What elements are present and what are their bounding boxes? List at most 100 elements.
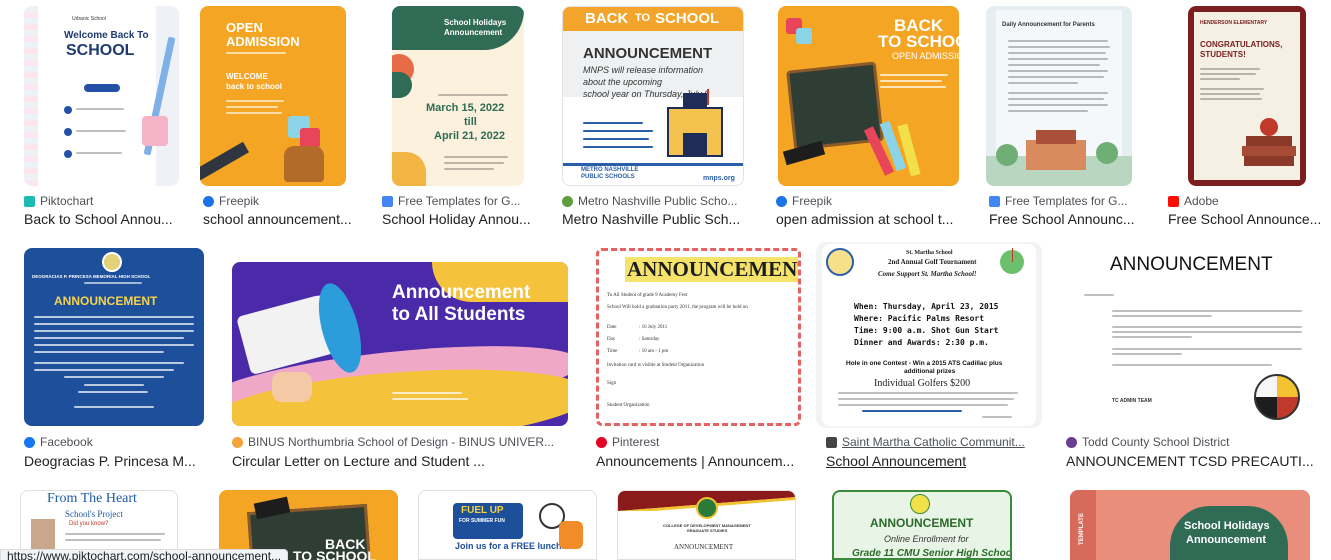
thumb-heading: ANNOUNCEMENT	[625, 257, 798, 282]
result-source[interactable]: Freepik	[776, 194, 959, 208]
result-card[interactable]: ANNOUNCEMENT Online Enrollment for Grade…	[832, 490, 1012, 560]
result-thumbnail[interactable]: COLLEGE OF DEVELOPMENT MANAGEMENT GRADUA…	[617, 490, 796, 560]
result-card[interactable]: HENDERSON ELEMENTARY CONGRATULATIONS, ST…	[1168, 6, 1331, 231]
tcsd-icon	[1066, 436, 1077, 448]
thumb-url: mnps.org	[703, 175, 735, 182]
result-source-label: Piktochart	[40, 194, 94, 208]
result-thumbnail[interactable]: OPEN ADMISSION WELCOME back to school	[200, 6, 346, 186]
result-card[interactable]: Urbanic School Welcome Back To SCHOOL Pi…	[24, 6, 179, 231]
thumb-date-to: April 21, 2022	[434, 130, 505, 142]
piktochart-icon	[24, 195, 35, 207]
result-source[interactable]: Todd County School District	[1066, 435, 1331, 449]
result-thumbnail[interactable]: HENDERSON ELEMENTARY CONGRATULATIONS, ST…	[1188, 6, 1306, 186]
result-thumbnail[interactable]: ANNOUNCEMENT Online Enrollment for Grade…	[832, 490, 1012, 560]
thumb-heading: ANNOUNCEMENT	[54, 294, 158, 308]
thumb-heading: FUEL UP	[461, 505, 504, 516]
thumb-heading: Daily Announcement for Parents	[1002, 22, 1095, 28]
thumb-footer: TC ADMIN TEAM	[1112, 398, 1152, 404]
thumb-golfers: Individual Golfers $200	[874, 378, 971, 389]
result-thumbnail[interactable]: Announcement to All Students	[232, 262, 568, 426]
thumb-heading: ANNOUNCEMENT	[1110, 254, 1273, 275]
result-card[interactable]: ANNOUNCEMENT TC ADMIN TEAM Todd County S…	[1066, 248, 1331, 473]
result-card[interactable]: ANNOUNCEMENT To All Student of grade 9 A…	[596, 248, 806, 473]
result-source-label: Facebook	[40, 435, 93, 449]
google-docs-icon	[382, 195, 393, 207]
result-card[interactable]: BACK TO SCHOOL OPEN ADMISSION Freepik op…	[776, 6, 959, 231]
result-card[interactable]: Announcement to All Students BINUS North…	[232, 248, 572, 473]
result-card[interactable]: OPEN ADMISSION WELCOME back to school Fr…	[200, 6, 358, 231]
result-title[interactable]: ANNOUNCEMENT TCSD PRECAUTI...	[1066, 453, 1331, 469]
result-source-label: Pinterest	[612, 435, 660, 449]
thumb-line-3: Invitation card is visible at Student Or…	[607, 363, 705, 368]
result-card[interactable]: TEMPLATE School Holidays Announcement	[1070, 490, 1310, 560]
result-source[interactable]: Freepik	[203, 194, 358, 208]
result-thumbnail[interactable]: ANNOUNCEMENT To All Student of grade 9 A…	[596, 248, 801, 426]
saint-martha-icon	[826, 436, 837, 448]
result-card[interactable]: School Holidays Announcement March 15, 2…	[382, 6, 542, 231]
thumb-heading: CONGRATULATIONS,	[1200, 40, 1283, 49]
thumb-sign: Sign	[607, 381, 617, 386]
result-title[interactable]: School Announcement	[826, 453, 1042, 469]
result-title[interactable]: Back to School Annou...	[24, 211, 179, 227]
result-thumbnail[interactable]: School Holidays Announcement March 15, 2…	[392, 6, 524, 186]
thumb-heading-2: to All Students	[392, 304, 526, 325]
thumb-logo: METRO NASHVILLE PUBLIC SCHOOLS	[581, 167, 639, 180]
result-card[interactable]: COLLEGE OF DEVELOPMENT MANAGEMENT GRADUA…	[617, 490, 796, 560]
thumb-heading: From The Heart	[47, 491, 137, 506]
status-bar-url: https://www.piktochart.com/school-announ…	[0, 549, 289, 560]
result-source[interactable]: Free Templates for G...	[989, 194, 1134, 208]
thumb-sub: Come Support St. Martha School!	[878, 270, 977, 278]
result-thumbnail[interactable]: St. Martha School 2nd Annual Golf Tourna…	[822, 244, 1036, 426]
result-title[interactable]: Deogracias P. Princesa M...	[24, 453, 209, 469]
pinterest-icon	[596, 436, 607, 448]
result-source[interactable]: Adobe	[1168, 194, 1331, 208]
result-title[interactable]: open admission at school t...	[776, 211, 959, 227]
result-card[interactable]: DEOGRACIAS P. PRINCESA MEMORIAL HIGH SCH…	[24, 248, 209, 473]
result-source-label: Freepik	[792, 194, 833, 208]
result-source[interactable]: Free Templates for G...	[382, 194, 542, 208]
thumb-time-label: Time	[607, 349, 618, 354]
result-source[interactable]: Piktochart	[24, 194, 179, 208]
result-title[interactable]: Free School Announc...	[989, 211, 1134, 227]
result-source[interactable]: Saint Martha Catholic Communit...	[826, 435, 1042, 449]
result-title[interactable]: School Holiday Annou...	[382, 211, 537, 227]
result-thumbnail[interactable]: FUEL UP FOR SUMMER FUN Join us for a FRE…	[418, 490, 597, 560]
thumb-day-label: Day	[607, 337, 616, 342]
thumb-heading-2: TO SCHOOL	[293, 548, 376, 560]
result-title[interactable]: Free School Announce...	[1168, 211, 1331, 227]
result-thumbnail[interactable]: BACK TO SCHOOL OPEN ADMISSION	[778, 6, 959, 186]
result-title[interactable]: school announcement...	[203, 211, 358, 227]
result-card[interactable]: BACK TO SCHOOL ANNOUNCEMENT MNPS will re…	[562, 6, 744, 231]
image-results-grid: Urbanic School Welcome Back To SCHOOL Pi…	[0, 0, 1331, 560]
thumb-heading: Announcement	[392, 282, 531, 303]
result-title[interactable]: Metro Nashville Public Sch...	[562, 211, 744, 227]
thumb-heading: Welcome Back To	[64, 30, 149, 41]
result-title[interactable]: Circular Letter on Lecture and Student .…	[232, 453, 572, 469]
result-thumbnail[interactable]: DEOGRACIAS P. PRINCESA MEMORIAL HIGH SCH…	[24, 248, 204, 426]
thumb-side-label: TEMPLATE	[1078, 513, 1085, 545]
result-card[interactable]: Daily Announcement for Parents Free Temp…	[986, 6, 1134, 231]
result-thumbnail[interactable]: Daily Announcement for Parents	[986, 6, 1132, 186]
thumb-heading-2: SCHOOL	[66, 42, 135, 59]
result-source-label: Free Templates for G...	[398, 194, 521, 208]
result-card[interactable]: FUEL UP FOR SUMMER FUN Join us for a FRE…	[418, 490, 597, 560]
thumb-where: Where: Pacific Palms Resort	[854, 314, 985, 323]
thumb-line-2: School Will hold a graduation party 2011…	[607, 305, 748, 310]
result-thumbnail[interactable]: ANNOUNCEMENT TC ADMIN TEAM	[1082, 248, 1302, 426]
thumb-line-1: To All Student of grade 9 Academy Fest	[607, 293, 688, 298]
thumb-line-1: MNPS will release information	[583, 65, 704, 75]
result-thumbnail[interactable]: Urbanic School Welcome Back To SCHOOL	[24, 6, 179, 186]
thumb-school-name: HENDERSON ELEMENTARY	[1200, 20, 1268, 26]
result-source[interactable]: Metro Nashville Public Scho...	[562, 194, 744, 208]
result-card[interactable]: St. Martha School 2nd Annual Golf Tourna…	[816, 242, 1042, 473]
thumb-heading: OPEN	[226, 20, 263, 35]
thumb-heading: School Holidays	[1184, 520, 1270, 532]
result-source-label: BINUS Northumbria School of Design - BIN…	[248, 435, 555, 449]
result-title[interactable]: Announcements | Announcem...	[596, 453, 806, 469]
result-source[interactable]: Facebook	[24, 435, 209, 449]
thumb-org: Student Organization	[607, 403, 650, 408]
result-source[interactable]: BINUS Northumbria School of Design - BIN…	[232, 435, 572, 449]
result-thumbnail[interactable]: TEMPLATE School Holidays Announcement	[1070, 490, 1310, 560]
result-thumbnail[interactable]: BACK TO SCHOOL ANNOUNCEMENT MNPS will re…	[562, 6, 744, 186]
result-source[interactable]: Pinterest	[596, 435, 806, 449]
